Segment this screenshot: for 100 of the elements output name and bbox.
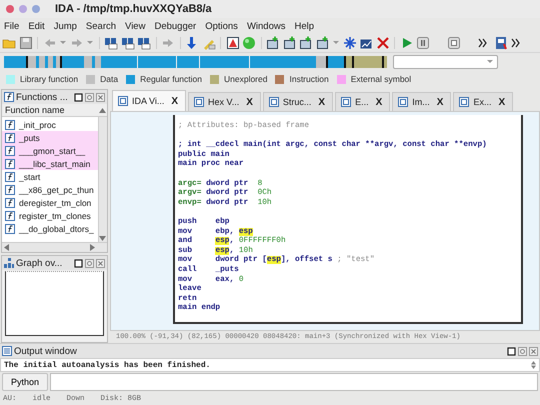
function-name: ___libc_start_main	[19, 158, 90, 168]
function-row[interactable]: deregister_tm_clon	[2, 196, 98, 209]
book-icon[interactable]	[494, 36, 508, 50]
menu-item[interactable]: Help	[294, 20, 314, 32]
menu-item[interactable]: Options	[205, 20, 238, 32]
float-icon[interactable]	[507, 346, 516, 356]
legend-label: Unexplored	[224, 74, 268, 84]
close-button[interactable]: X	[436, 96, 444, 108]
function-row[interactable]: __x86_get_pc_thun	[2, 183, 98, 196]
panel-title: Output window	[14, 346, 78, 356]
navigation-band-drawing[interactable]	[4, 56, 387, 68]
warning-box-icon[interactable]	[226, 36, 240, 50]
legend-label: Instruction	[289, 74, 329, 84]
pause-icon[interactable]	[416, 36, 430, 50]
output-text: The initial autoanalysis has been finished.	[4, 360, 210, 370]
tab-label: Struc...	[282, 97, 312, 107]
legend-label: Regular function	[140, 74, 202, 84]
dropdown-caret-icon[interactable]	[59, 39, 67, 47]
function-name: deregister_tm_clon	[19, 198, 92, 208]
menu-item[interactable]: File	[4, 20, 20, 32]
menu-item[interactable]: Search	[86, 20, 116, 32]
spin-arrows-icon[interactable]	[531, 361, 536, 369]
function-row[interactable]: register_tm_clones	[2, 209, 98, 222]
tab-label: Im...	[412, 97, 430, 107]
tab-label: Ex...	[473, 97, 492, 107]
python-button[interactable]: Python	[2, 373, 48, 391]
close-button[interactable]: X	[246, 96, 253, 108]
function-icon	[5, 172, 15, 182]
function-icon	[5, 146, 15, 156]
output-window-icon	[2, 346, 12, 356]
panel-title: Functions ...	[16, 92, 69, 102]
legend-label: External symbol	[350, 74, 412, 84]
minimize-dot[interactable]	[19, 5, 27, 13]
panel-title: Graph ov...	[16, 258, 64, 269]
close-icon[interactable]	[96, 92, 105, 102]
function-name: register_tm_clones	[19, 210, 91, 220]
float-icon[interactable]	[74, 258, 83, 268]
legend-label: Data	[100, 74, 118, 84]
function-name: ___gmon_start__	[19, 146, 86, 156]
tab-label: Hex V...	[208, 97, 240, 107]
menu-item[interactable]: Debugger	[154, 20, 196, 32]
close-icon[interactable]	[529, 346, 538, 356]
command-input[interactable]	[50, 373, 538, 391]
function-name: _init_proc	[19, 120, 56, 130]
function-icon	[5, 224, 15, 234]
function-icon	[5, 198, 15, 208]
function-icon	[5, 184, 15, 194]
maximize-dot[interactable]	[32, 5, 40, 13]
close-dot[interactable]	[6, 5, 14, 13]
dropdown-caret-icon[interactable]	[86, 39, 94, 47]
delete-icon[interactable]	[376, 36, 390, 50]
tab-label: E...	[355, 97, 369, 107]
caret-icon	[486, 58, 494, 66]
tab[interactable]: E... X	[335, 92, 390, 111]
close-button[interactable]: X	[171, 96, 178, 106]
menu-item[interactable]: Windows	[246, 20, 286, 32]
function-icon	[5, 132, 15, 142]
menu-item[interactable]: Edit	[28, 20, 45, 32]
down-arrow-icon[interactable]	[185, 36, 199, 50]
close-icon[interactable]	[96, 258, 105, 268]
function-row[interactable]: __do_global_dtors_	[2, 222, 98, 235]
tab[interactable]: Hex V... X	[188, 92, 261, 111]
function-name: __do_global_dtors_	[19, 224, 94, 234]
menu-item[interactable]: View	[125, 20, 146, 32]
tab-label: IDA Vi...	[132, 96, 164, 106]
function-row[interactable]: _start	[2, 170, 98, 183]
add-box-icon[interactable]	[316, 36, 330, 50]
segment-dropdown[interactable]	[393, 55, 498, 69]
tab[interactable]: Im... X	[392, 92, 452, 111]
asterisk-icon[interactable]	[342, 36, 356, 50]
save-icon[interactable]	[18, 36, 32, 50]
menu-item[interactable]: Jump	[54, 20, 77, 32]
add-box-icon[interactable]	[299, 36, 313, 50]
float-icon[interactable]	[74, 92, 83, 102]
scroll-left-icon[interactable]	[4, 244, 9, 252]
dropdown-caret-icon[interactable]	[332, 39, 340, 47]
function-icon	[5, 210, 15, 220]
close-button[interactable]: X	[318, 96, 326, 108]
tab[interactable]: IDA Vi... X	[112, 90, 186, 111]
legend-label: Library function	[20, 74, 78, 84]
function-row[interactable]: _init_proc	[2, 118, 98, 131]
column-header-label: Function name	[5, 105, 65, 115]
graph-overview-canvas[interactable]	[5, 271, 104, 336]
add-box-icon[interactable]	[266, 36, 280, 50]
function-icon	[4, 92, 14, 102]
scroll-right-icon[interactable]	[90, 244, 95, 252]
function-row[interactable]: ___gmon_start__	[2, 144, 98, 157]
function-row[interactable]: _puts	[2, 131, 98, 144]
stop-icon[interactable]	[446, 36, 460, 50]
function-icon	[5, 158, 15, 168]
scroll-up-icon[interactable]	[99, 107, 106, 113]
tab[interactable]: Struc... X	[262, 92, 334, 111]
window-title: IDA - /tmp/tmp.huvXXQYaB8/a	[55, 3, 212, 15]
column-header[interactable]: Function name	[2, 104, 107, 117]
function-row[interactable]: ___libc_start_main	[2, 157, 98, 170]
tab[interactable]: Ex... X	[453, 92, 514, 111]
close-button[interactable]: X	[498, 96, 506, 108]
add-box-icon[interactable]	[282, 36, 296, 50]
function-icon	[5, 120, 15, 130]
close-button[interactable]: X	[376, 96, 382, 108]
